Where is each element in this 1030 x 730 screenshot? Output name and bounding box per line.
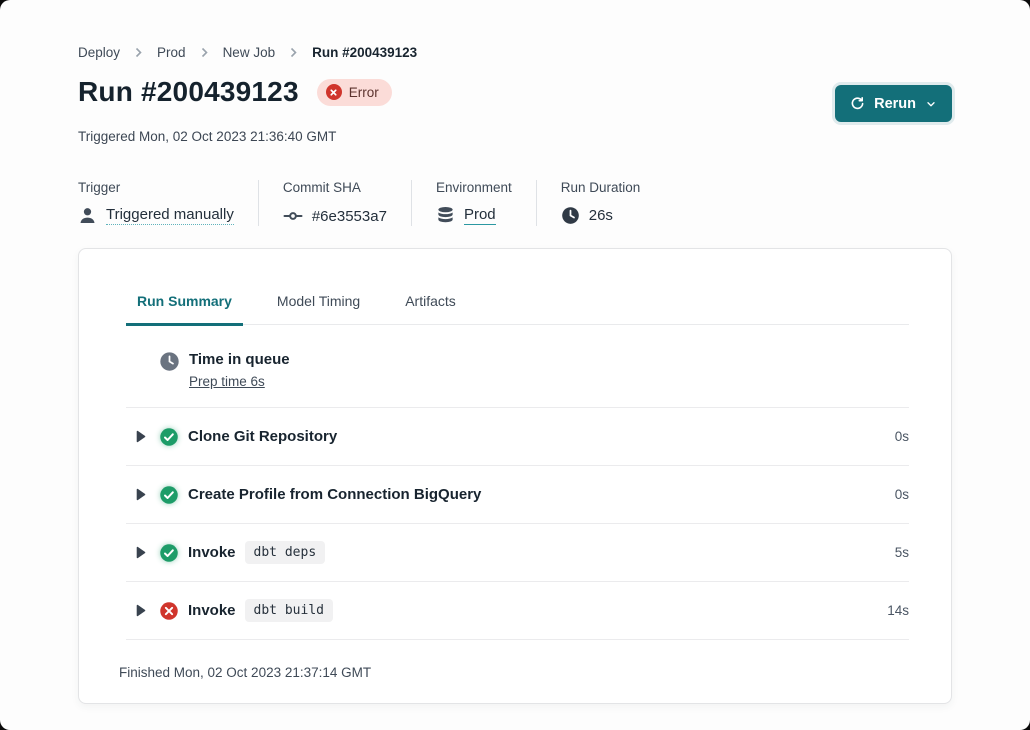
step-duration: 0s xyxy=(895,487,909,502)
expand-caret-icon[interactable] xyxy=(136,546,146,559)
page-title: Run #200439123 xyxy=(78,76,299,108)
error-circle-icon xyxy=(326,84,342,100)
queue-title: Time in queue xyxy=(189,351,290,368)
finished-timestamp: Finished Mon, 02 Oct 2023 21:37:14 GMT xyxy=(79,640,951,680)
command-chip: dbt build xyxy=(245,599,333,622)
expand-caret-icon[interactable] xyxy=(136,488,146,501)
step-row-create-profile[interactable]: Create Profile from Connection BigQuery … xyxy=(126,466,909,523)
breadcrumb-run-current: Run #200439123 xyxy=(312,45,417,60)
success-icon xyxy=(159,543,179,563)
rerun-button[interactable]: Rerun xyxy=(835,85,952,122)
step-title: Invoke xyxy=(188,602,236,619)
step-duration: 14s xyxy=(887,603,909,618)
success-icon xyxy=(159,485,179,505)
meta-run-duration: Run Duration 26s xyxy=(536,180,641,226)
step-title: Invoke xyxy=(188,544,236,561)
run-meta-row: Trigger Triggered manually Commit SHA #6… xyxy=(78,180,952,226)
step-row-invoke-dbt-build[interactable]: Invoke dbt build 14s xyxy=(126,582,909,639)
clock-icon xyxy=(561,206,580,225)
error-icon xyxy=(159,601,179,621)
chevron-right-icon xyxy=(200,47,209,58)
database-icon xyxy=(436,206,455,225)
meta-trigger-label: Trigger xyxy=(78,180,234,195)
chevron-right-icon xyxy=(289,47,298,58)
meta-duration-label: Run Duration xyxy=(561,180,641,195)
tab-run-summary[interactable]: Run Summary xyxy=(126,293,243,326)
chevron-down-icon[interactable] xyxy=(925,98,937,110)
time-in-queue-row: Time in queue Prep time 6s xyxy=(126,325,909,407)
run-steps-list: Time in queue Prep time 6s Clone Git Rep… xyxy=(126,325,909,640)
run-duration-value: 26s xyxy=(589,207,613,224)
run-details-page: Deploy Prod New Job Run #200439123 Run #… xyxy=(0,0,1030,730)
chevron-right-icon xyxy=(134,47,143,58)
meta-trigger: Trigger Triggered manually xyxy=(78,180,234,226)
meta-environment: Environment Prod xyxy=(411,180,512,226)
refresh-icon xyxy=(850,96,865,111)
breadcrumb-prod[interactable]: Prod xyxy=(157,45,186,60)
breadcrumb-new-job[interactable]: New Job xyxy=(223,45,276,60)
expand-caret-icon[interactable] xyxy=(136,604,146,617)
success-icon xyxy=(159,427,179,447)
step-duration: 5s xyxy=(895,545,909,560)
meta-commit-label: Commit SHA xyxy=(283,180,387,195)
person-icon xyxy=(78,206,97,225)
status-badge-label: Error xyxy=(349,85,379,100)
command-chip: dbt deps xyxy=(245,541,326,564)
environment-link[interactable]: Prod xyxy=(464,206,496,225)
step-row-clone-git[interactable]: Clone Git Repository 0s xyxy=(126,408,909,465)
trigger-value[interactable]: Triggered manually xyxy=(106,206,234,225)
triggered-timestamp: Triggered Mon, 02 Oct 2023 21:36:40 GMT xyxy=(78,129,952,144)
step-title: Create Profile from Connection BigQuery xyxy=(188,486,481,503)
step-row-invoke-dbt-deps[interactable]: Invoke dbt deps 5s xyxy=(126,524,909,581)
expand-caret-icon[interactable] xyxy=(136,430,146,443)
commit-icon xyxy=(283,206,303,226)
step-title: Clone Git Repository xyxy=(188,428,337,445)
title-row: Run #200439123 Error Rerun xyxy=(78,76,952,122)
tab-model-timing[interactable]: Model Timing xyxy=(266,293,371,324)
status-badge: Error xyxy=(317,79,392,106)
clock-icon xyxy=(159,351,180,372)
breadcrumb-deploy[interactable]: Deploy xyxy=(78,45,120,60)
rerun-button-label: Rerun xyxy=(874,96,916,112)
meta-commit-sha: Commit SHA #6e3553a7 xyxy=(258,180,387,226)
tab-bar: Run Summary Model Timing Artifacts xyxy=(126,293,909,325)
prep-time-link[interactable]: Prep time 6s xyxy=(189,374,265,389)
commit-sha-value: #6e3553a7 xyxy=(312,208,387,225)
tab-artifacts[interactable]: Artifacts xyxy=(394,293,467,324)
breadcrumb: Deploy Prod New Job Run #200439123 xyxy=(78,45,952,60)
meta-environment-label: Environment xyxy=(436,180,512,195)
step-duration: 0s xyxy=(895,429,909,444)
run-summary-card: Run Summary Model Timing Artifacts Time … xyxy=(78,248,952,704)
